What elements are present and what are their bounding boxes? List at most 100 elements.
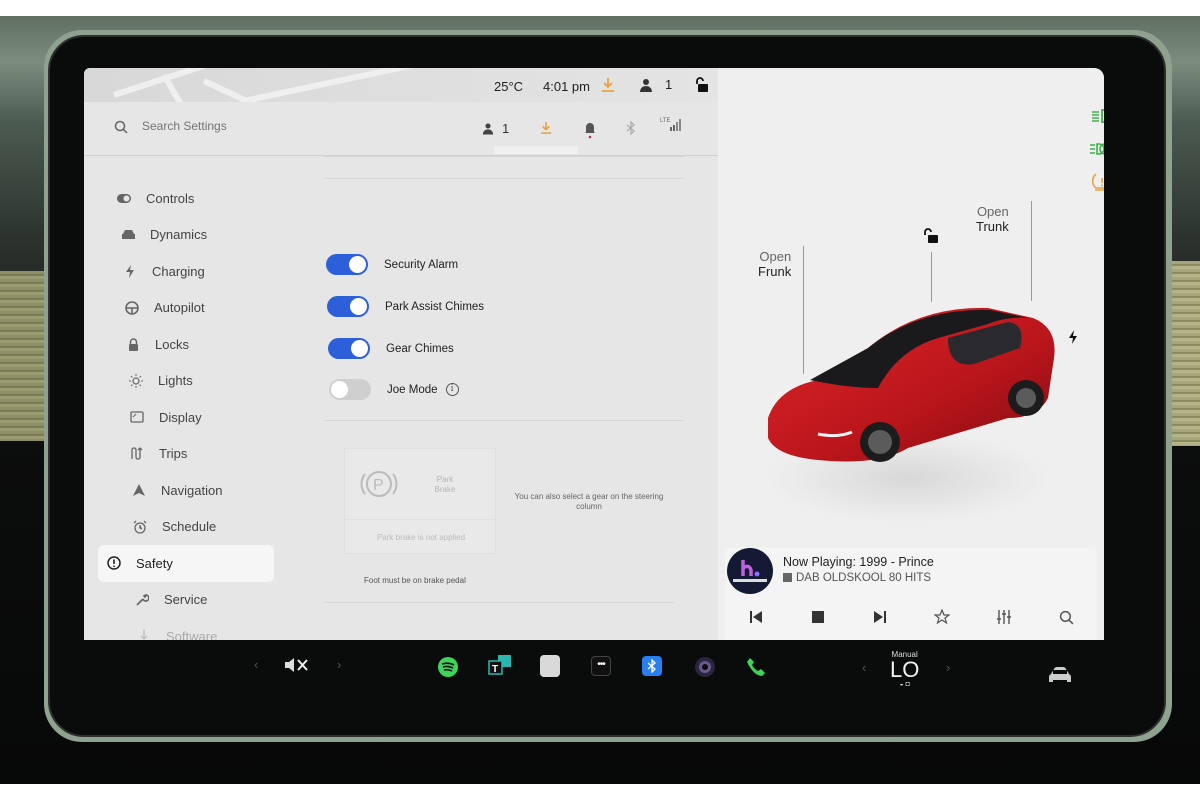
clock: 4:01 pm bbox=[543, 79, 590, 94]
sidebar-item-controls[interactable]: Controls bbox=[114, 180, 304, 217]
charge-port-icon[interactable] bbox=[1068, 330, 1078, 349]
open-frunk-button[interactable]: Open Frunk bbox=[758, 249, 791, 279]
trunk-label-line1: Open bbox=[976, 204, 1009, 219]
sidebar-item-schedule[interactable]: Schedule bbox=[114, 509, 304, 546]
toggle-icon bbox=[114, 193, 134, 203]
download-icon[interactable] bbox=[601, 77, 615, 93]
stop-button[interactable] bbox=[806, 606, 830, 628]
sidebar-item-label: Software bbox=[166, 628, 218, 640]
phone-app-icon[interactable] bbox=[746, 657, 766, 677]
sidebar-item-service[interactable]: Service bbox=[114, 582, 304, 619]
lte-signal-icon: LTE bbox=[660, 116, 682, 132]
notepad-app-icon[interactable] bbox=[540, 655, 560, 677]
temperature-increase-chevron-icon[interactable]: › bbox=[946, 660, 950, 675]
lock-open-icon[interactable] bbox=[694, 77, 708, 93]
favorite-star-button[interactable] bbox=[930, 606, 954, 628]
sidebar-item-label: Safety bbox=[136, 555, 173, 571]
car-model-image[interactable] bbox=[758, 288, 1058, 548]
info-icon[interactable]: i bbox=[445, 383, 459, 396]
trunk-callout-line bbox=[1031, 201, 1032, 301]
toggle-label: Park Assist Chimes bbox=[385, 300, 485, 313]
sidebar-item-software[interactable]: Software bbox=[114, 618, 304, 640]
sidebar-item-label: Locks bbox=[155, 336, 189, 352]
more-apps-icon[interactable]: ••• bbox=[591, 656, 611, 676]
bolt-icon bbox=[120, 264, 140, 278]
sidebar-item-trips[interactable]: Trips bbox=[114, 436, 304, 473]
sidebar-item-charging[interactable]: Charging bbox=[114, 253, 304, 290]
divider bbox=[324, 602, 674, 603]
settings-header: 1 LTE bbox=[84, 102, 718, 156]
sun-icon bbox=[126, 373, 146, 388]
park-brake-button[interactable]: P Park Brake Park brake is not applied bbox=[344, 448, 497, 554]
station-name: DAB OLDSKOOL 80 HITS bbox=[783, 572, 931, 584]
media-controls bbox=[725, 606, 1097, 628]
sidebar-item-dynamics[interactable]: Dynamics bbox=[114, 217, 304, 254]
spotify-app-icon[interactable] bbox=[437, 656, 459, 678]
station-logo[interactable] bbox=[727, 548, 773, 594]
touchscreen: 25°C 4:01 pm 1 64 % 1 bbox=[84, 68, 1104, 640]
steering-wheel-icon bbox=[122, 300, 142, 315]
sidebar-item-lights[interactable]: Lights bbox=[114, 363, 304, 400]
toggle-row-security-alarm: Security Alarm bbox=[326, 254, 458, 275]
toybox-app-icon[interactable]: T bbox=[487, 654, 513, 676]
download-arrow-icon bbox=[134, 630, 154, 640]
person-icon bbox=[640, 78, 652, 92]
profile-indicator[interactable]: 1 bbox=[639, 77, 672, 92]
media-search-button[interactable] bbox=[1054, 606, 1078, 628]
trunk-label-line2: Trunk bbox=[976, 219, 1009, 234]
volume-decrease-chevron-icon[interactable]: ‹ bbox=[254, 657, 258, 672]
toggle-row-joe-mode: Joe Mode i bbox=[329, 379, 459, 400]
taskbar: ‹ › T ••• ‹ Manual LO ◒ ◘ › bbox=[84, 640, 1104, 708]
sidebar-item-safety[interactable]: Safety bbox=[98, 545, 274, 582]
sidebar-item-label: Trips bbox=[159, 446, 188, 462]
next-track-button[interactable] bbox=[868, 606, 892, 628]
sidebar-item-locks[interactable]: Locks bbox=[114, 326, 304, 363]
toggle-row-gear-chimes: Gear Chimes bbox=[328, 338, 454, 359]
temperature-decrease-chevron-icon[interactable]: ‹ bbox=[862, 660, 866, 675]
svg-text:T: T bbox=[492, 664, 498, 675]
security-alarm-toggle[interactable] bbox=[326, 254, 368, 275]
media-player: Now Playing: 1999 - Prince DAB OLDSKOOL … bbox=[725, 548, 1097, 640]
previous-track-button[interactable] bbox=[744, 606, 768, 628]
toggle-label: Security Alarm bbox=[384, 258, 459, 271]
gear-chimes-toggle[interactable] bbox=[328, 338, 370, 359]
sidebar-item-label: Lights bbox=[158, 373, 193, 389]
divider bbox=[324, 178, 684, 179]
sidebar-item-label: Controls bbox=[146, 190, 195, 206]
volume-increase-chevron-icon[interactable]: › bbox=[337, 657, 341, 672]
tire-pressure-warning-icon bbox=[1091, 172, 1104, 197]
search-icon bbox=[114, 120, 128, 139]
park-brake-title: Park Brake bbox=[434, 475, 456, 494]
svg-text:P: P bbox=[373, 477, 384, 494]
seat-defrost-icons: ◒ ◘ bbox=[899, 681, 910, 688]
search-settings-input[interactable] bbox=[142, 119, 342, 133]
volume-muted-icon[interactable] bbox=[284, 657, 310, 673]
sidebar-item-label: Display bbox=[159, 409, 202, 425]
equalizer-button[interactable] bbox=[992, 606, 1016, 628]
car-controls-icon[interactable] bbox=[1047, 666, 1073, 684]
header-profile[interactable]: 1 bbox=[482, 121, 509, 136]
camera-app-icon[interactable] bbox=[694, 656, 716, 678]
sidebar-item-label: Schedule bbox=[162, 519, 217, 535]
park-assist-chimes-toggle[interactable] bbox=[327, 296, 369, 317]
toggle-label: Gear Chimes bbox=[386, 342, 454, 355]
sidebar-item-label: Service bbox=[164, 592, 208, 608]
display-icon bbox=[127, 411, 147, 423]
joe-mode-toggle[interactable] bbox=[329, 379, 371, 400]
lock-icon bbox=[123, 338, 143, 351]
car-lock-toggle-icon[interactable] bbox=[923, 228, 939, 249]
sidebar-item-navigation[interactable]: Navigation bbox=[114, 472, 304, 509]
toggle-label: Joe Mode bbox=[387, 383, 438, 396]
car-icon bbox=[118, 229, 138, 240]
bluetooth-app-icon[interactable] bbox=[642, 656, 662, 676]
bell-notification-icon[interactable] bbox=[584, 121, 596, 139]
climate-temperature: LO bbox=[890, 657, 920, 682]
download-icon[interactable] bbox=[540, 121, 552, 135]
profile-count: 1 bbox=[665, 77, 673, 92]
open-trunk-button[interactable]: Open Trunk bbox=[976, 204, 1009, 234]
svg-text:LTE: LTE bbox=[660, 118, 671, 124]
sidebar-item-display[interactable]: Display bbox=[114, 399, 304, 436]
sidebar-item-autopilot[interactable]: Autopilot bbox=[114, 290, 304, 327]
bluetooth-icon[interactable] bbox=[626, 121, 636, 135]
climate-control[interactable]: Manual LO ◒ ◘ bbox=[890, 650, 919, 688]
